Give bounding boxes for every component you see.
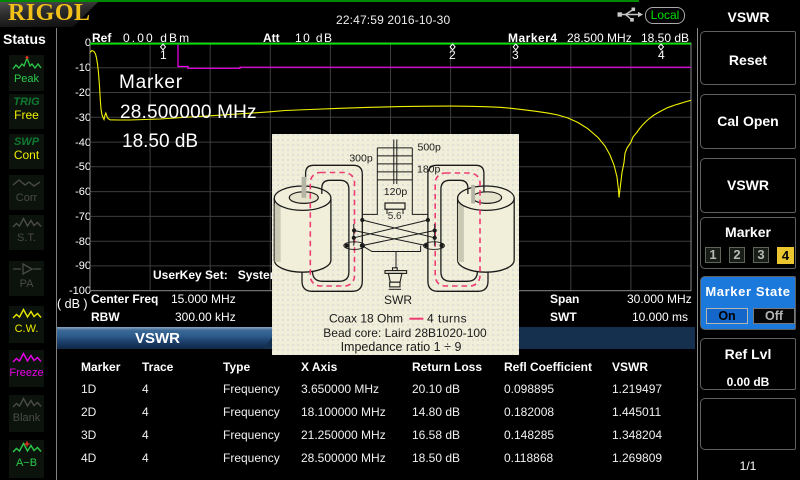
svg-text:120p: 120p bbox=[384, 186, 408, 198]
svg-text:SWR: SWR bbox=[384, 293, 412, 307]
svg-text:5.6: 5.6 bbox=[388, 211, 402, 222]
svg-text:4 turns: 4 turns bbox=[427, 312, 467, 326]
svg-text:300p: 300p bbox=[349, 153, 373, 165]
svg-text:Coax 18 Ohm: Coax 18 Ohm bbox=[329, 312, 403, 326]
svg-text:Bead core: Laird 28B1020-100: Bead core: Laird 28B1020-100 bbox=[323, 326, 487, 340]
svg-text:180p: 180p bbox=[417, 164, 441, 176]
svg-text:500p: 500p bbox=[418, 142, 442, 154]
svg-text:Impedance ratio 1 ÷ 9: Impedance ratio 1 ÷ 9 bbox=[341, 340, 462, 354]
